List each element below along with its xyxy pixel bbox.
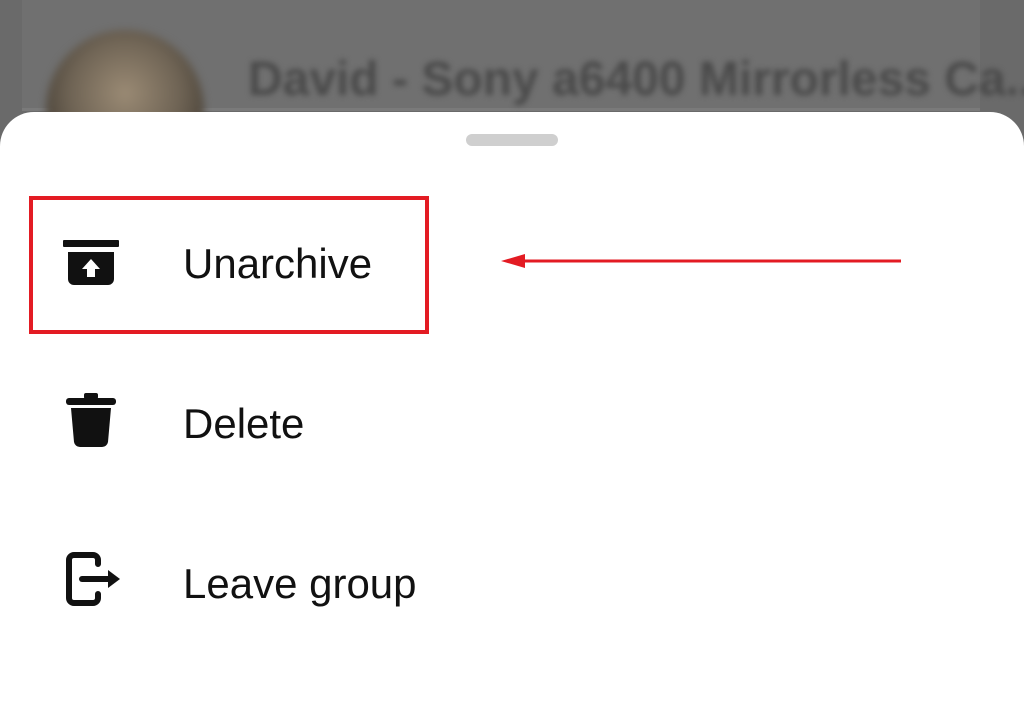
bottom-sheet: Unarchive Delete Leave group	[0, 112, 1024, 712]
unarchive-icon	[62, 232, 124, 294]
trash-icon	[62, 390, 124, 452]
delete-menu-item[interactable]: Delete	[0, 358, 1024, 488]
leave-icon	[62, 550, 124, 612]
delete-label: Delete	[183, 400, 305, 447]
unarchive-label: Unarchive	[183, 240, 373, 287]
background-chat-title: David - Sony a6400 Mirrorless Ca...	[248, 53, 1024, 106]
sheet-drag-handle[interactable]	[466, 134, 558, 146]
leave-group-label: Leave group	[183, 560, 417, 607]
unarchive-menu-item[interactable]: Unarchive	[0, 200, 1024, 330]
leave-group-menu-item[interactable]: Leave group	[0, 518, 1024, 648]
